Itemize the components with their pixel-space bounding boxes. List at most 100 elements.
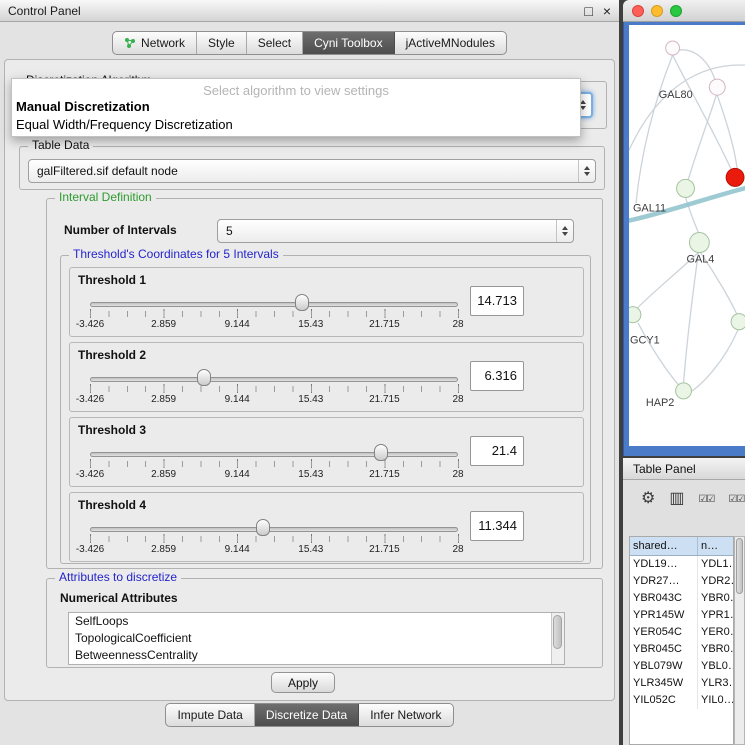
tab-impute-data[interactable]: Impute Data: [166, 704, 254, 726]
gear-icon[interactable]: ⚙: [641, 490, 655, 508]
attribute-item[interactable]: SelfLoops: [69, 613, 564, 630]
zoom-traffic-light[interactable]: [670, 5, 682, 17]
close-icon[interactable]: ×: [603, 4, 611, 18]
algorithm-dropdown-popup: Select algorithm to view settings Manual…: [11, 78, 581, 137]
minimize-traffic-light[interactable]: [651, 5, 663, 17]
attribute-item[interactable]: TopologicalCoefficient: [69, 630, 564, 647]
tab-style[interactable]: Style: [197, 32, 247, 54]
network-canvas[interactable]: GAL80 GAL11 GAL4 GCY1 HAP2: [629, 25, 745, 446]
table-row[interactable]: YDR27…YDR2…: [630, 573, 733, 590]
scale-tick-label: 21.715: [369, 544, 400, 555]
network-node-label: GCY1: [630, 335, 660, 347]
network-window-titlebar: [623, 0, 745, 22]
slider-thumb[interactable]: [197, 369, 211, 386]
slider-track[interactable]: [90, 302, 458, 307]
table-scrollbar[interactable]: [734, 536, 745, 745]
threshold-4-slider[interactable]: -3.426 2.859 9.144 15.43 21.715 28: [90, 517, 458, 557]
number-of-intervals-label: Number of Intervals: [64, 223, 177, 237]
attributes-list-scrollbar[interactable]: [551, 613, 564, 664]
slider-scale: -3.426 2.859 9.144 15.43 21.715 28: [90, 319, 458, 331]
tab-infer-network[interactable]: Infer Network: [359, 704, 452, 726]
tab-jactivemnodules[interactable]: jActiveMNodules: [395, 32, 506, 54]
bottom-tab-bar: Impute Data Discretize Data Infer Networ…: [0, 703, 619, 727]
slider-track[interactable]: [90, 377, 458, 382]
scale-tick-label: 2.859: [151, 319, 176, 330]
tab-discretize-data-label: Discretize Data: [266, 708, 347, 722]
cell: YDR2…: [698, 573, 733, 590]
thresholds-coordinates-group: Threshold's Coordinates for 5 Intervals …: [60, 255, 591, 564]
scale-tick-label: 28: [452, 469, 463, 480]
slider-scale: -3.426 2.859 9.144 15.43 21.715 28: [90, 394, 458, 406]
columns-icon[interactable]: ▥: [669, 490, 684, 508]
network-node-label: GAL4: [687, 254, 715, 266]
float-window-icon[interactable]: □: [584, 4, 592, 18]
scale-tick-label: 28: [452, 544, 463, 555]
network-node[interactable]: [709, 79, 725, 95]
top-tab-segment: Network Style Select Cyni Toolbox jActiv…: [112, 31, 507, 55]
threshold-4-value-field[interactable]: 11.344: [470, 511, 524, 541]
select-all-checkboxes-icon[interactable]: ☑☑: [698, 494, 714, 505]
attribute-item[interactable]: BetweennessCentrality: [69, 647, 564, 664]
cell: YDR27…: [630, 573, 698, 590]
scale-tick-label: 15.43: [298, 469, 323, 480]
apply-button[interactable]: Apply: [271, 672, 335, 693]
table-row[interactable]: YBR043CYBR0…: [630, 590, 733, 607]
slider-thumb[interactable]: [256, 519, 270, 536]
table-data-combobox[interactable]: galFiltered.sif default node: [28, 159, 596, 183]
network-node[interactable]: [629, 307, 641, 323]
dropdown-option-manual-discretization[interactable]: Manual Discretization: [12, 98, 580, 116]
slider-track[interactable]: [90, 527, 458, 532]
table-row[interactable]: YPR145WYPR1…: [630, 607, 733, 624]
table-row[interactable]: YIL052CYIL0…: [630, 692, 733, 709]
slider-thumb[interactable]: [295, 294, 309, 311]
network-node[interactable]: [676, 383, 692, 399]
threshold-3-value-field[interactable]: 21.4: [470, 436, 524, 466]
table-panel-toolbar: ⚙ ▥ ☑☑ ☑☑: [641, 490, 744, 508]
threshold-1-panel: Threshold 1 -3.426 2.859 9.144 15.43 21.…: [69, 267, 584, 337]
number-of-intervals-combobox[interactable]: 5: [217, 219, 574, 243]
network-node[interactable]: [666, 41, 680, 55]
threshold-1-slider[interactable]: -3.426 2.859 9.144 15.43 21.715 28: [90, 292, 458, 332]
dropdown-option-equal-width-frequency[interactable]: Equal Width/Frequency Discretization: [12, 116, 580, 134]
close-traffic-light[interactable]: [632, 5, 644, 17]
table-row[interactable]: YBR045CYBR0…: [630, 641, 733, 658]
scale-tick-label: 2.859: [151, 544, 176, 555]
column-header-name[interactable]: n…: [698, 537, 733, 555]
scale-tick-label: -3.426: [76, 319, 104, 330]
slider-thumb[interactable]: [374, 444, 388, 461]
scrollbar-thumb[interactable]: [553, 615, 562, 649]
table-data-combobox-value: galFiltered.sif default node: [37, 164, 178, 178]
control-panel-window: Control Panel □ × Network Style Select C…: [0, 0, 619, 745]
numerical-attributes-list: SelfLoops TopologicalCoefficient Between…: [68, 612, 565, 665]
tab-cyni-toolbox-label: Cyni Toolbox: [314, 36, 382, 50]
table-row[interactable]: YDL19…YDL1…: [630, 556, 733, 573]
slider-track[interactable]: [90, 452, 458, 457]
bottom-tab-segment: Impute Data Discretize Data Infer Networ…: [165, 703, 453, 727]
table-panel-body: ⚙ ▥ ☑☑ ☑☑ shared… n… YDL19…YDL1… YDR27…Y…: [623, 480, 745, 745]
scrollbar-thumb[interactable]: [736, 538, 743, 594]
threshold-2-value-field[interactable]: 6.316: [470, 361, 524, 391]
scale-tick-label: -3.426: [76, 544, 104, 555]
cyni-toolbox-panel: Discretization Algorithm Select algorith…: [4, 59, 615, 701]
scale-tick-label: 2.859: [151, 469, 176, 480]
network-node[interactable]: [731, 314, 745, 330]
attributes-group-label: Attributes to discretize: [55, 570, 181, 585]
tab-cyni-toolbox[interactable]: Cyni Toolbox: [303, 32, 394, 54]
table-row[interactable]: YER054CYER0…: [630, 624, 733, 641]
table-panel-title: Table Panel: [633, 462, 696, 476]
threshold-1-value-field[interactable]: 14.713: [470, 286, 524, 316]
table-row[interactable]: YLR345WYLR3…: [630, 675, 733, 692]
column-header-shared-name[interactable]: shared…: [630, 537, 698, 555]
cell: YDL19…: [630, 556, 698, 573]
tab-select[interactable]: Select: [247, 32, 303, 54]
network-node[interactable]: [677, 179, 695, 197]
deselect-checkboxes-icon[interactable]: ☑☑: [728, 494, 744, 505]
network-node[interactable]: [689, 232, 709, 252]
network-graph[interactable]: GAL80 GAL11 GAL4 GCY1 HAP2: [629, 25, 745, 446]
tab-discretize-data[interactable]: Discretize Data: [255, 704, 359, 726]
tab-network[interactable]: Network: [113, 32, 197, 54]
table-row[interactable]: YBL079WYBL0…: [630, 658, 733, 675]
threshold-2-slider[interactable]: -3.426 2.859 9.144 15.43 21.715 28: [90, 367, 458, 407]
network-node-selected[interactable]: [726, 168, 744, 186]
threshold-3-slider[interactable]: -3.426 2.859 9.144 15.43 21.715 28: [90, 442, 458, 482]
